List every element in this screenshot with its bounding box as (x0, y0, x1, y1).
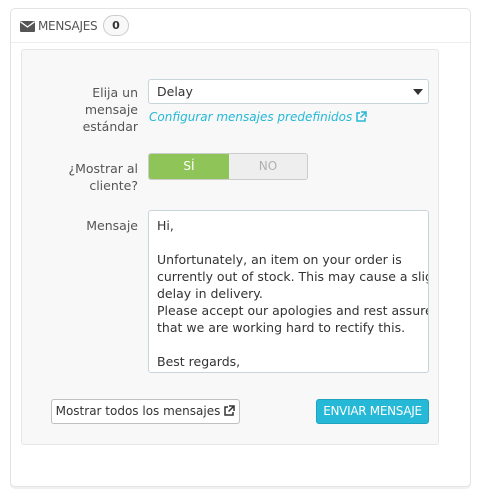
message-line: Best regards, (157, 354, 241, 369)
show-customer-label: ¿Mostrar al cliente? (68, 161, 138, 193)
caret-down-icon (413, 89, 423, 95)
message-label: Mensaje (86, 218, 138, 233)
toggle-yes-option[interactable]: SÍ (149, 154, 229, 179)
external-link-icon (224, 405, 236, 416)
message-line: Unfortunately, an item on your order is (157, 252, 402, 267)
show-all-messages-button[interactable]: Mostrar todos los mensajes (51, 399, 240, 424)
standard-message-select[interactable]: Delay (148, 79, 429, 104)
configure-link-label: Configurar mensajes predefinidos (149, 110, 353, 124)
standard-message-value: Delay (157, 84, 193, 99)
message-line: Please accept our apologies and rest ass… (157, 303, 429, 318)
message-line: Hi, (157, 218, 174, 233)
message-line (157, 234, 420, 251)
message-textarea[interactable]: Hi, Unfortunately, an item on your order… (148, 210, 429, 373)
message-line: delay in delivery. (157, 286, 263, 301)
panel-title: Mensajes (38, 19, 98, 33)
show-customer-toggle[interactable]: SÍ NO (148, 153, 308, 180)
configure-predefined-messages-link[interactable]: Configurar mensajes predefinidos (149, 110, 367, 124)
envelope-icon (20, 21, 35, 32)
external-link-icon (356, 111, 367, 122)
standard-message-label: Elija un mensaje estándar (82, 85, 138, 134)
message-line (157, 336, 420, 353)
message-line: currently out of stock. This may cause a… (157, 269, 429, 284)
toggle-no-option[interactable]: NO (229, 154, 307, 179)
send-message-button[interactable]: Enviar mensaje (316, 399, 429, 424)
show-all-messages-label: Mostrar todos los mensajes (55, 404, 221, 418)
panel-heading: Mensajes 0 (11, 9, 470, 43)
message-line: that we are working hard to rectify this… (157, 320, 406, 335)
message-count-badge: 0 (103, 15, 129, 36)
